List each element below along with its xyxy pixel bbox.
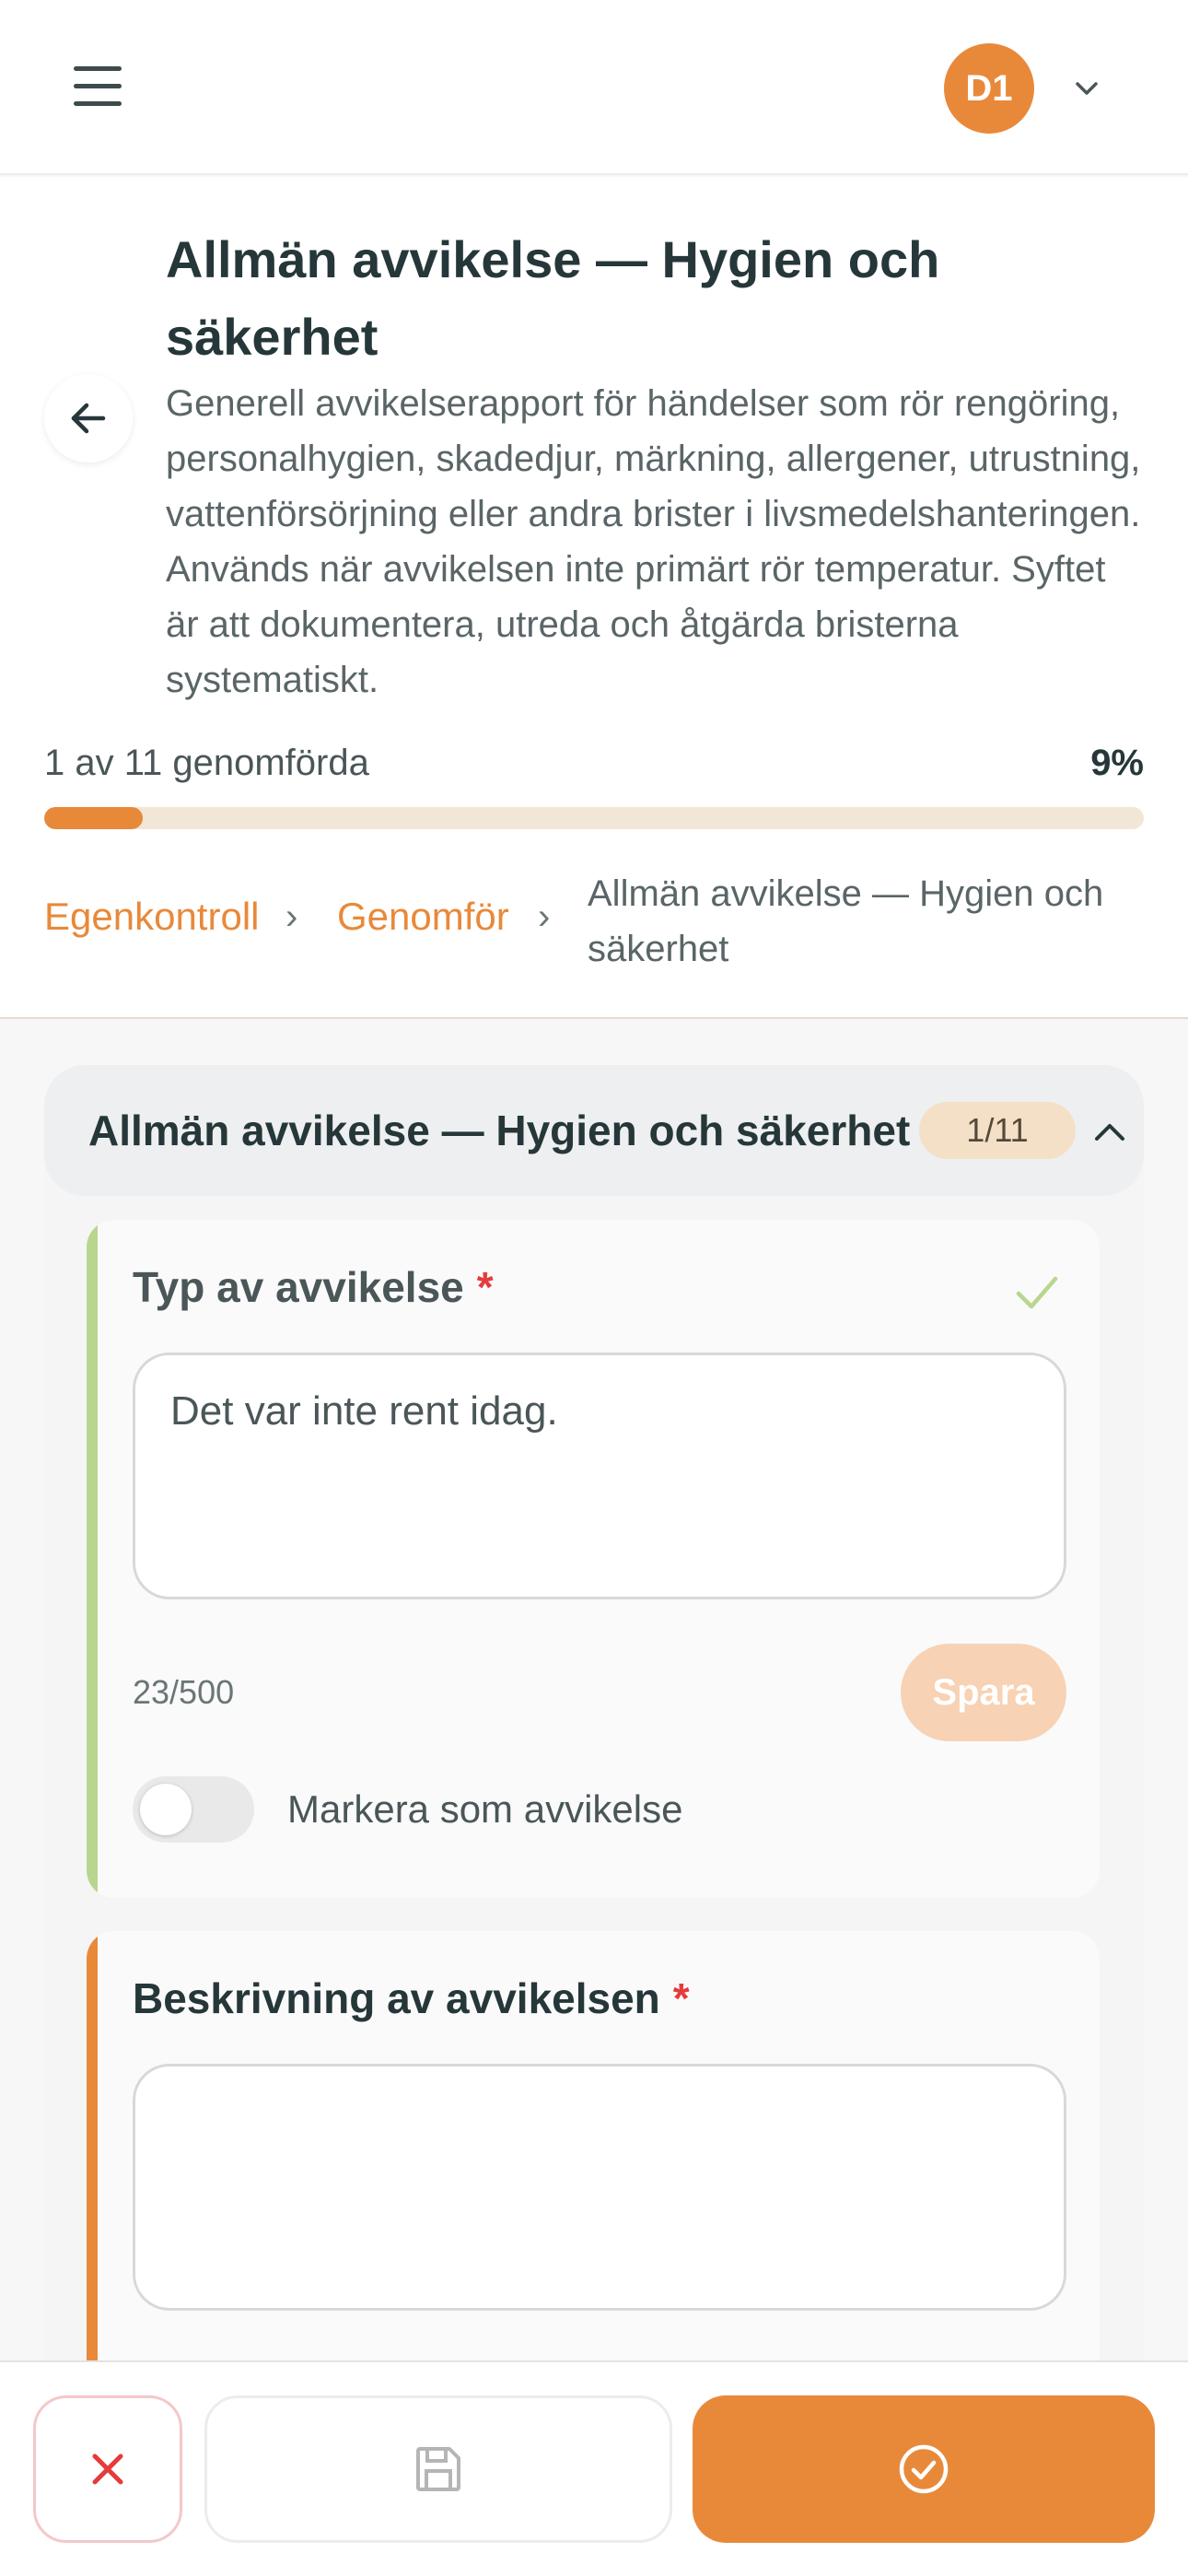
arrow-left-icon [71,403,106,434]
cancel-button[interactable] [33,2395,182,2543]
section-progress-badge: 1/11 [919,1102,1076,1159]
chevron-down-icon[interactable] [1068,70,1105,107]
breadcrumb-current: Allmän avvikelse — Hygien och säkerhet [588,873,1104,969]
complete-button[interactable] [693,2395,1155,2543]
page: D1 Allmän avvikelse — Hygien och säkerhe… [0,0,1188,2576]
toggle-knob [140,1784,192,1835]
breadcrumb-separator: › [285,896,298,937]
breadcrumb-egenkontroll[interactable]: Egenkontroll [44,866,259,967]
required-marker: * [476,1263,494,1311]
deviation-toggle[interactable] [133,1776,254,1843]
answer-textarea[interactable]: Det var inte rent idag. [133,1352,1066,1599]
progress-label: 1 av 11 genomförda [44,743,369,783]
avatar[interactable]: D1 [944,43,1034,134]
hamburger-icon[interactable] [64,57,129,116]
section-header[interactable]: Allmän avvikelse — Hygien och säkerhet 1… [44,1065,1144,1196]
bottom-action-bar [0,2360,1188,2576]
deviation-toggle-label: Markera som avvikelse [287,1787,683,1831]
char-count: 23/500 [133,1673,235,1711]
check-circle-icon [899,2444,949,2494]
required-marker: * [672,1974,690,2022]
page-title: Allmän avvikelse — Hygien och säkerhet [166,230,940,366]
top-bar: D1 [0,0,1188,175]
breadcrumb-genomfor[interactable]: Genomför [337,866,509,967]
question-label: Typ av avvikelse * [133,1263,494,1311]
page-description: Generell avvikelserapport för händelser … [166,383,1141,700]
breadcrumb-separator: › [538,896,551,937]
progress-bar [44,807,1144,829]
save-draft-button[interactable] [204,2395,672,2543]
answer-textarea[interactable] [133,2064,1066,2311]
floppy-disk-icon [416,2447,460,2491]
question-card: Typ av avvikelse * Det var inte rent idag… [87,1220,1100,1898]
question-label: Beskrivning av avvikelsen * [133,1974,690,2022]
progress-percent: 9% [1090,743,1144,783]
breadcrumb: Egenkontroll › Genomför › Allmän avvikel… [44,866,1149,977]
check-icon [1016,1276,1058,1309]
chevron-up-icon[interactable] [1089,1111,1130,1152]
back-button[interactable] [44,374,133,463]
close-icon [92,2453,123,2485]
save-answer-button[interactable]: Spara [901,1644,1066,1741]
section-title: Allmän avvikelse — Hygien och säkerhet [88,1107,911,1154]
question-accent-bar [87,1220,98,1898]
progress-fill [44,807,144,829]
